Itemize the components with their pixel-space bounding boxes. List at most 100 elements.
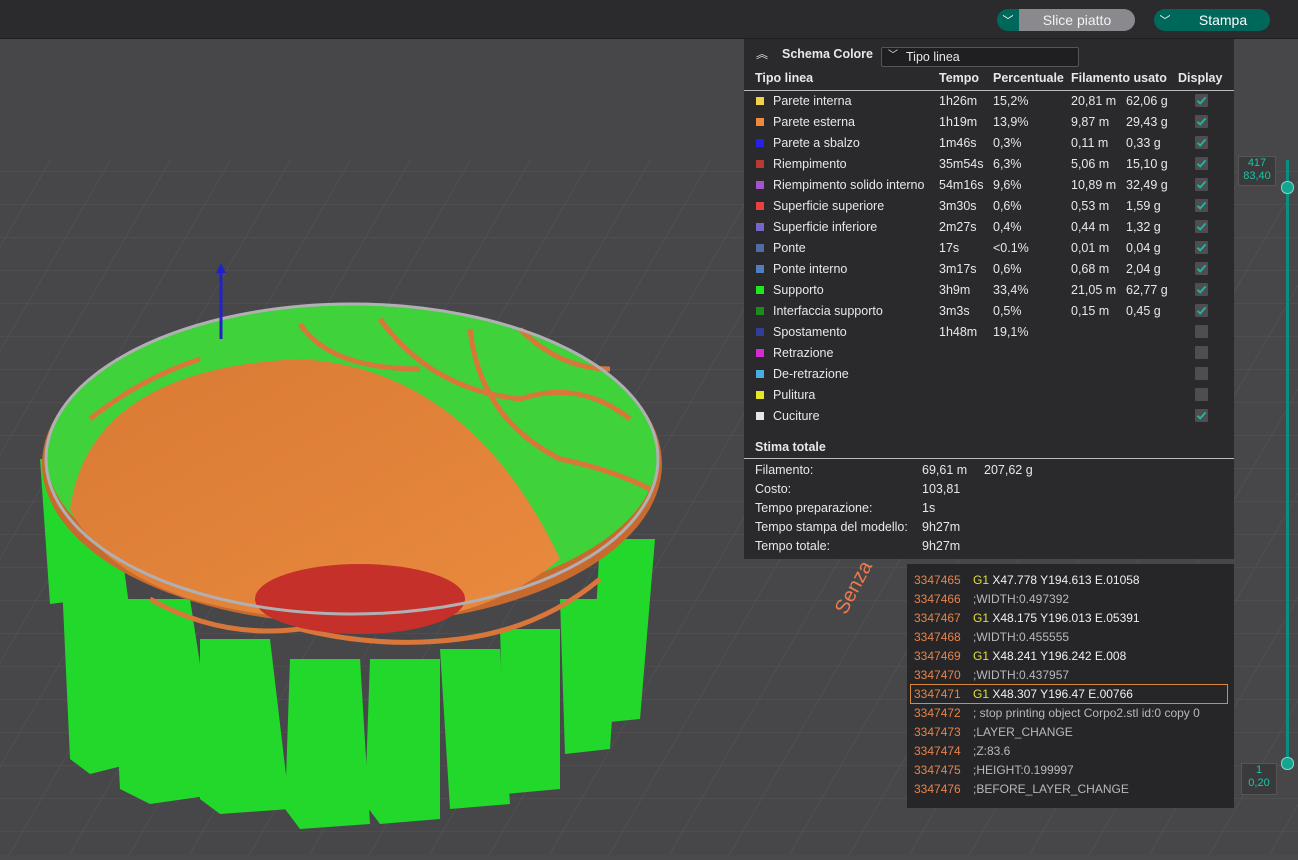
line-time: 1h26m: [939, 94, 978, 108]
line-type-name: Parete interna: [773, 94, 852, 108]
line-length: 0,53 m: [1071, 199, 1110, 213]
line-time: 2m27s: [939, 220, 977, 234]
gcode-line[interactable]: 3347465 G1 X47.778 Y194.613 E.01058: [914, 571, 1140, 589]
line-length: 9,87 m: [1071, 115, 1110, 129]
gcode-line[interactable]: 3347475 ;HEIGHT:0.199997: [914, 761, 1074, 779]
color-swatch: [756, 202, 764, 210]
gcode-line[interactable]: 3347468 ;WIDTH:0.455555: [914, 628, 1069, 646]
gcode-line[interactable]: 3347474 ;Z:83.6: [914, 742, 1010, 760]
line-time: 1h48m: [939, 325, 978, 339]
check-icon: [1196, 201, 1207, 210]
line-time: 3m3s: [939, 304, 970, 318]
gcode-command: G1: [973, 573, 990, 587]
bottom-layer-readout: 1 0,20: [1241, 763, 1277, 795]
display-checkbox[interactable]: [1195, 283, 1208, 296]
color-swatch: [756, 118, 764, 126]
col-header-filament: Filamento usato: [1071, 71, 1167, 85]
legend-row: Parete a sbalzo 1m46s 0,3% 0,11 m 0,33 g: [744, 133, 1234, 154]
display-checkbox[interactable]: [1195, 388, 1208, 401]
legend-row: Cuciture: [744, 406, 1234, 427]
line-time: 3m30s: [939, 199, 977, 213]
color-scheme-legend: ︽ Schema Colore ﹀ Tipo linea Tipo linea …: [744, 39, 1234, 559]
totals-divider: [744, 458, 1234, 459]
collapse-icon[interactable]: ︽: [756, 45, 768, 62]
model-time-value: 9h27m: [922, 520, 961, 534]
legend-row: Superficie inferiore 2m27s 0,4% 0,44 m 1,32 …: [744, 217, 1234, 238]
color-swatch: [756, 265, 764, 273]
line-type-name: Superficie superiore: [773, 199, 885, 213]
gcode-line[interactable]: 3347469 G1 X48.241 Y196.242 E.008: [914, 647, 1126, 665]
print-button[interactable]: Stampa: [1176, 9, 1270, 31]
legend-header: ︽ Schema Colore ﹀ Tipo linea: [744, 39, 1234, 69]
color-swatch: [756, 286, 764, 294]
gcode-line[interactable]: 3347466 ;WIDTH:0.497392: [914, 590, 1069, 608]
line-length: 0,44 m: [1071, 220, 1110, 234]
gcode-arguments: X47.778 Y194.613 E.01058: [992, 573, 1140, 587]
line-percent: 15,2%: [993, 94, 1029, 108]
line-length: 0,11 m: [1071, 136, 1109, 150]
gcode-line-selected[interactable]: 3347471 G1 X48.307 Y196.47 E.00766: [910, 684, 1228, 704]
display-checkbox[interactable]: [1195, 136, 1208, 149]
display-checkbox[interactable]: [1195, 241, 1208, 254]
gcode-line[interactable]: 3347467 G1 X48.175 Y196.013 E.05391: [914, 609, 1140, 627]
legend-row: Parete interna 1h26m 15,2% 20,81 m 62,06 g: [744, 91, 1234, 112]
line-percent: <0.1%: [993, 241, 1029, 255]
line-time: 35m54s: [939, 157, 984, 171]
display-checkbox[interactable]: [1195, 157, 1208, 170]
color-swatch: [756, 307, 764, 315]
gcode-arguments: X48.241 Y196.242 E.008: [992, 649, 1127, 663]
gcode-comment: ;HEIGHT:0.199997: [973, 763, 1074, 777]
line-time: 1m46s: [939, 136, 977, 150]
gcode-line-number: 3347470: [914, 668, 961, 682]
color-swatch: [756, 181, 764, 189]
bowl-bottom-infill: [255, 564, 465, 634]
gcode-viewer[interactable]: 3347465 G1 X47.778 Y194.613 E.01058 334746…: [907, 564, 1234, 808]
line-weight: 0,33 g: [1126, 136, 1161, 150]
gcode-line-number: 3347465: [914, 573, 961, 587]
gcode-line[interactable]: 3347472 ; stop printing object Corpo2.stl…: [914, 704, 1200, 722]
top-layer-readout: 417 83,40: [1238, 156, 1276, 186]
display-checkbox[interactable]: [1195, 346, 1208, 359]
model-time-label: Tempo stampa del modello:: [755, 520, 908, 534]
display-checkbox[interactable]: [1195, 409, 1208, 422]
layer-slider-top-handle[interactable]: [1281, 181, 1294, 194]
col-header-line-type: Tipo linea: [755, 71, 814, 85]
line-weight: 0,45 g: [1126, 304, 1161, 318]
gcode-arguments: X48.307 Y196.47 E.00766: [992, 687, 1133, 701]
line-type-name: Ponte interno: [773, 262, 848, 276]
gcode-line-number: 3347469: [914, 649, 961, 663]
chevron-down-icon: ﹀: [1159, 15, 1171, 27]
display-checkbox[interactable]: [1195, 94, 1208, 107]
color-scheme-select[interactable]: ﹀ Tipo linea: [881, 47, 1079, 67]
legend-row: Interfaccia supporto 3m3s 0,5% 0,15 m 0,45 g: [744, 301, 1234, 322]
print-options-dropdown[interactable]: ﹀: [1154, 9, 1176, 31]
gcode-comment: ;LAYER_CHANGE: [973, 725, 1073, 739]
legend-row: Pulitura: [744, 385, 1234, 406]
display-checkbox[interactable]: [1195, 367, 1208, 380]
display-checkbox[interactable]: [1195, 325, 1208, 338]
gcode-command: G1: [973, 649, 990, 663]
display-checkbox[interactable]: [1195, 115, 1208, 128]
gcode-line[interactable]: 3347470 ;WIDTH:0.437957: [914, 666, 1069, 684]
display-checkbox[interactable]: [1195, 262, 1208, 275]
display-checkbox[interactable]: [1195, 304, 1208, 317]
gcode-line[interactable]: 3347473 ;LAYER_CHANGE: [914, 723, 1073, 741]
layer-slider-track[interactable]: [1286, 160, 1289, 764]
display-checkbox[interactable]: [1195, 220, 1208, 233]
line-type-name: Spostamento: [773, 325, 847, 339]
color-scheme-value: Tipo linea: [906, 50, 960, 64]
line-length: 0,01 m: [1071, 241, 1110, 255]
legend-row: Supporto 3h9m 33,4% 21,05 m 62,77 g: [744, 280, 1234, 301]
line-length: 20,81 m: [1071, 94, 1117, 108]
line-weight: 15,10 g: [1126, 157, 1168, 171]
display-checkbox[interactable]: [1195, 178, 1208, 191]
legend-row: De-retrazione: [744, 364, 1234, 385]
prep-time-value: 1s: [922, 501, 936, 515]
layer-slider-bottom-handle[interactable]: [1281, 757, 1294, 770]
slice-plate-button[interactable]: Slice piatto: [1019, 9, 1135, 31]
slice-options-dropdown[interactable]: ﹀: [997, 9, 1019, 31]
line-type-name: Parete a sbalzo: [773, 136, 860, 150]
legend-title: Schema Colore: [782, 47, 874, 61]
gcode-line[interactable]: 3347476 ;BEFORE_LAYER_CHANGE: [914, 780, 1129, 798]
display-checkbox[interactable]: [1195, 199, 1208, 212]
